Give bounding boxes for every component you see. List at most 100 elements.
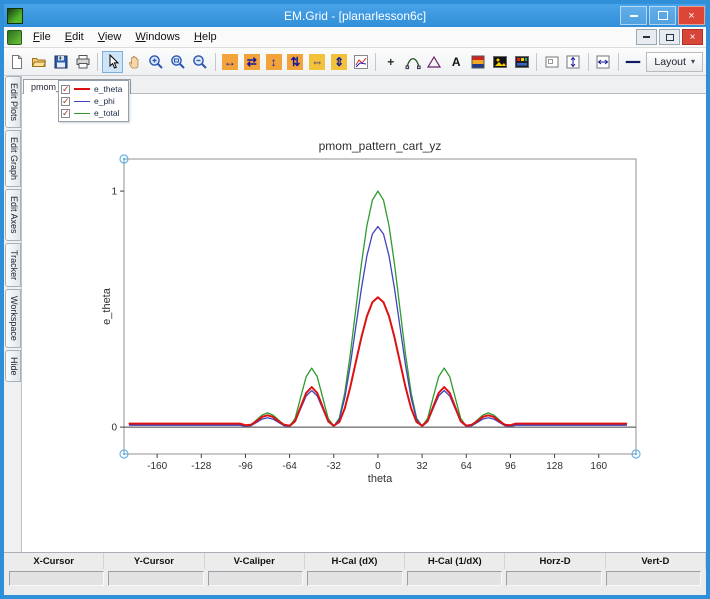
toolbar-separator: [214, 52, 216, 71]
add-annotation-button[interactable]: +: [380, 51, 401, 73]
curve-tool-icon: [405, 54, 421, 70]
maximize-button[interactable]: [649, 6, 676, 25]
sidebar-tab-edit-graph[interactable]: Edit Graph: [5, 130, 21, 188]
vertical-caliper-button[interactable]: [563, 51, 584, 73]
child-restore-button[interactable]: [659, 29, 680, 45]
compress-x-icon: ⇄: [243, 53, 260, 70]
status-value-2: [207, 571, 304, 586]
horizontal-caliper-icon: [595, 54, 611, 70]
window-controls: ×: [618, 6, 705, 25]
x-tick-label: 160: [590, 461, 607, 472]
legend-swatch-e_total: [74, 112, 90, 114]
titlebar: EM.Grid - [planarlesson6c] ×: [4, 4, 706, 27]
plot-legend: ✓ e_theta ✓ e_phi ✓ e_total: [58, 80, 130, 122]
colormap-button[interactable]: [468, 51, 489, 73]
compress-y-button[interactable]: ⇅: [285, 51, 306, 73]
sidebar-tab-tracker[interactable]: Tracker: [5, 242, 21, 287]
slope-tool-button[interactable]: [424, 51, 445, 73]
save-file-icon: [53, 54, 69, 70]
x-tick-label: -96: [238, 461, 253, 472]
chart[interactable]: pmom_pattern_cart_yz -160 -128 -96 -64 -32 0 32…: [102, 134, 662, 494]
new-file-button[interactable]: [7, 51, 28, 73]
expand-x-button[interactable]: ↔: [219, 51, 240, 73]
compress-x-button[interactable]: ⇄: [241, 51, 262, 73]
sidebar-tab-hide[interactable]: Hide: [5, 349, 21, 383]
plot-frame: [123, 158, 637, 455]
image-tool-button[interactable]: [490, 51, 511, 73]
layout-label: Layout: [654, 55, 686, 68]
layout-dropdown[interactable]: Layout ▾: [646, 51, 703, 72]
y-axis-label: e_theta: [102, 287, 113, 325]
zoom-out-button[interactable]: [190, 51, 211, 73]
statusbar: X-Cursor Y-Cursor V-Caliper H-Cal (dX) H-Cal…: [4, 552, 706, 595]
menu-windows[interactable]: Windows: [128, 29, 187, 45]
child-window-controls: ×: [636, 29, 703, 45]
child-close-button[interactable]: ×: [682, 29, 703, 45]
open-file-button[interactable]: [29, 51, 50, 73]
print-icon: [75, 54, 91, 70]
minimize-icon: [629, 14, 638, 17]
maximize-icon: [657, 11, 668, 20]
app-window: EM.Grid - [planarlesson6c] × File Edit Vie…: [0, 0, 710, 599]
toolbar-separator: [97, 52, 99, 71]
palette-tool-button[interactable]: [511, 51, 532, 73]
text-tool-button[interactable]: A: [446, 51, 467, 73]
menu-view[interactable]: View: [91, 29, 129, 45]
child-window-icon[interactable]: [7, 29, 22, 45]
zoom-window-icon: [170, 54, 186, 70]
menu-file[interactable]: File: [26, 29, 58, 45]
plot-traces-button[interactable]: [351, 51, 372, 73]
series-e_theta: [128, 296, 628, 427]
add-annotation-icon: +: [387, 54, 395, 69]
menu-edit[interactable]: Edit: [58, 29, 91, 45]
legend-checkbox-e_theta[interactable]: ✓: [61, 84, 70, 94]
main-region: Edit Plots Edit Graph Edit Axes Tracker Work…: [4, 76, 706, 552]
legend-row-e_phi: ✓ e_phi: [61, 95, 122, 107]
toolbar-separator: [617, 52, 619, 71]
select-cursor-button[interactable]: [102, 50, 124, 73]
menu-items: File Edit View Windows Help: [26, 29, 224, 45]
open-file-icon: [31, 54, 47, 70]
status-col-y-cursor: Y-Cursor: [104, 553, 205, 569]
zoom-window-button[interactable]: [168, 51, 189, 73]
legend-checkbox-e_total[interactable]: ✓: [61, 108, 70, 118]
close-button[interactable]: ×: [678, 6, 705, 25]
print-button[interactable]: [73, 51, 94, 73]
legend-checkbox-e_phi[interactable]: ✓: [61, 96, 70, 106]
toolbar-separator: [587, 52, 589, 71]
x-tick-label: -160: [147, 461, 167, 472]
app-logo-icon: [7, 7, 23, 24]
status-value-1: [108, 571, 204, 586]
series-e_phi: [128, 225, 627, 428]
zoom-in-button[interactable]: [146, 51, 167, 73]
child-minimize-button[interactable]: [636, 29, 657, 45]
sidebar-tab-edit-axes[interactable]: Edit Axes: [5, 189, 21, 241]
curve-tool-button[interactable]: [402, 51, 423, 73]
pan-button[interactable]: [124, 51, 145, 73]
x-tick-label: 64: [461, 461, 473, 472]
select-cursor-icon: [105, 53, 121, 70]
fit-y-button[interactable]: ⇕: [329, 51, 350, 73]
box-tool-button[interactable]: [541, 51, 562, 73]
line-style-button[interactable]: [623, 51, 644, 73]
content: pmom_pattern_cart_yz ✓ e_theta ✓ e_phi ✓ e_to…: [22, 76, 706, 552]
sidebar-tab-edit-plots[interactable]: Edit Plots: [5, 76, 21, 129]
colormap-icon: [470, 54, 486, 70]
save-file-button[interactable]: [51, 51, 72, 73]
zoom-out-icon: [192, 54, 208, 70]
expand-y-button[interactable]: ↕: [263, 51, 284, 73]
legend-label-e_total: e_total: [94, 108, 120, 118]
sidebar-tab-workspace[interactable]: Workspace: [5, 288, 21, 348]
horizontal-caliper-button[interactable]: [593, 51, 614, 73]
minimize-button[interactable]: [620, 6, 647, 25]
box-tool-icon: [544, 54, 560, 70]
palette-tool-icon: [514, 54, 530, 70]
status-values: [4, 569, 706, 586]
fit-x-button[interactable]: ⇔: [307, 51, 328, 73]
line-style-icon: [625, 54, 641, 70]
x-tick-label: 96: [505, 461, 517, 472]
y-tick-label: 0: [111, 423, 117, 434]
slope-tool-icon: [426, 54, 442, 70]
menu-help[interactable]: Help: [187, 29, 224, 45]
pan-icon: [127, 54, 143, 70]
